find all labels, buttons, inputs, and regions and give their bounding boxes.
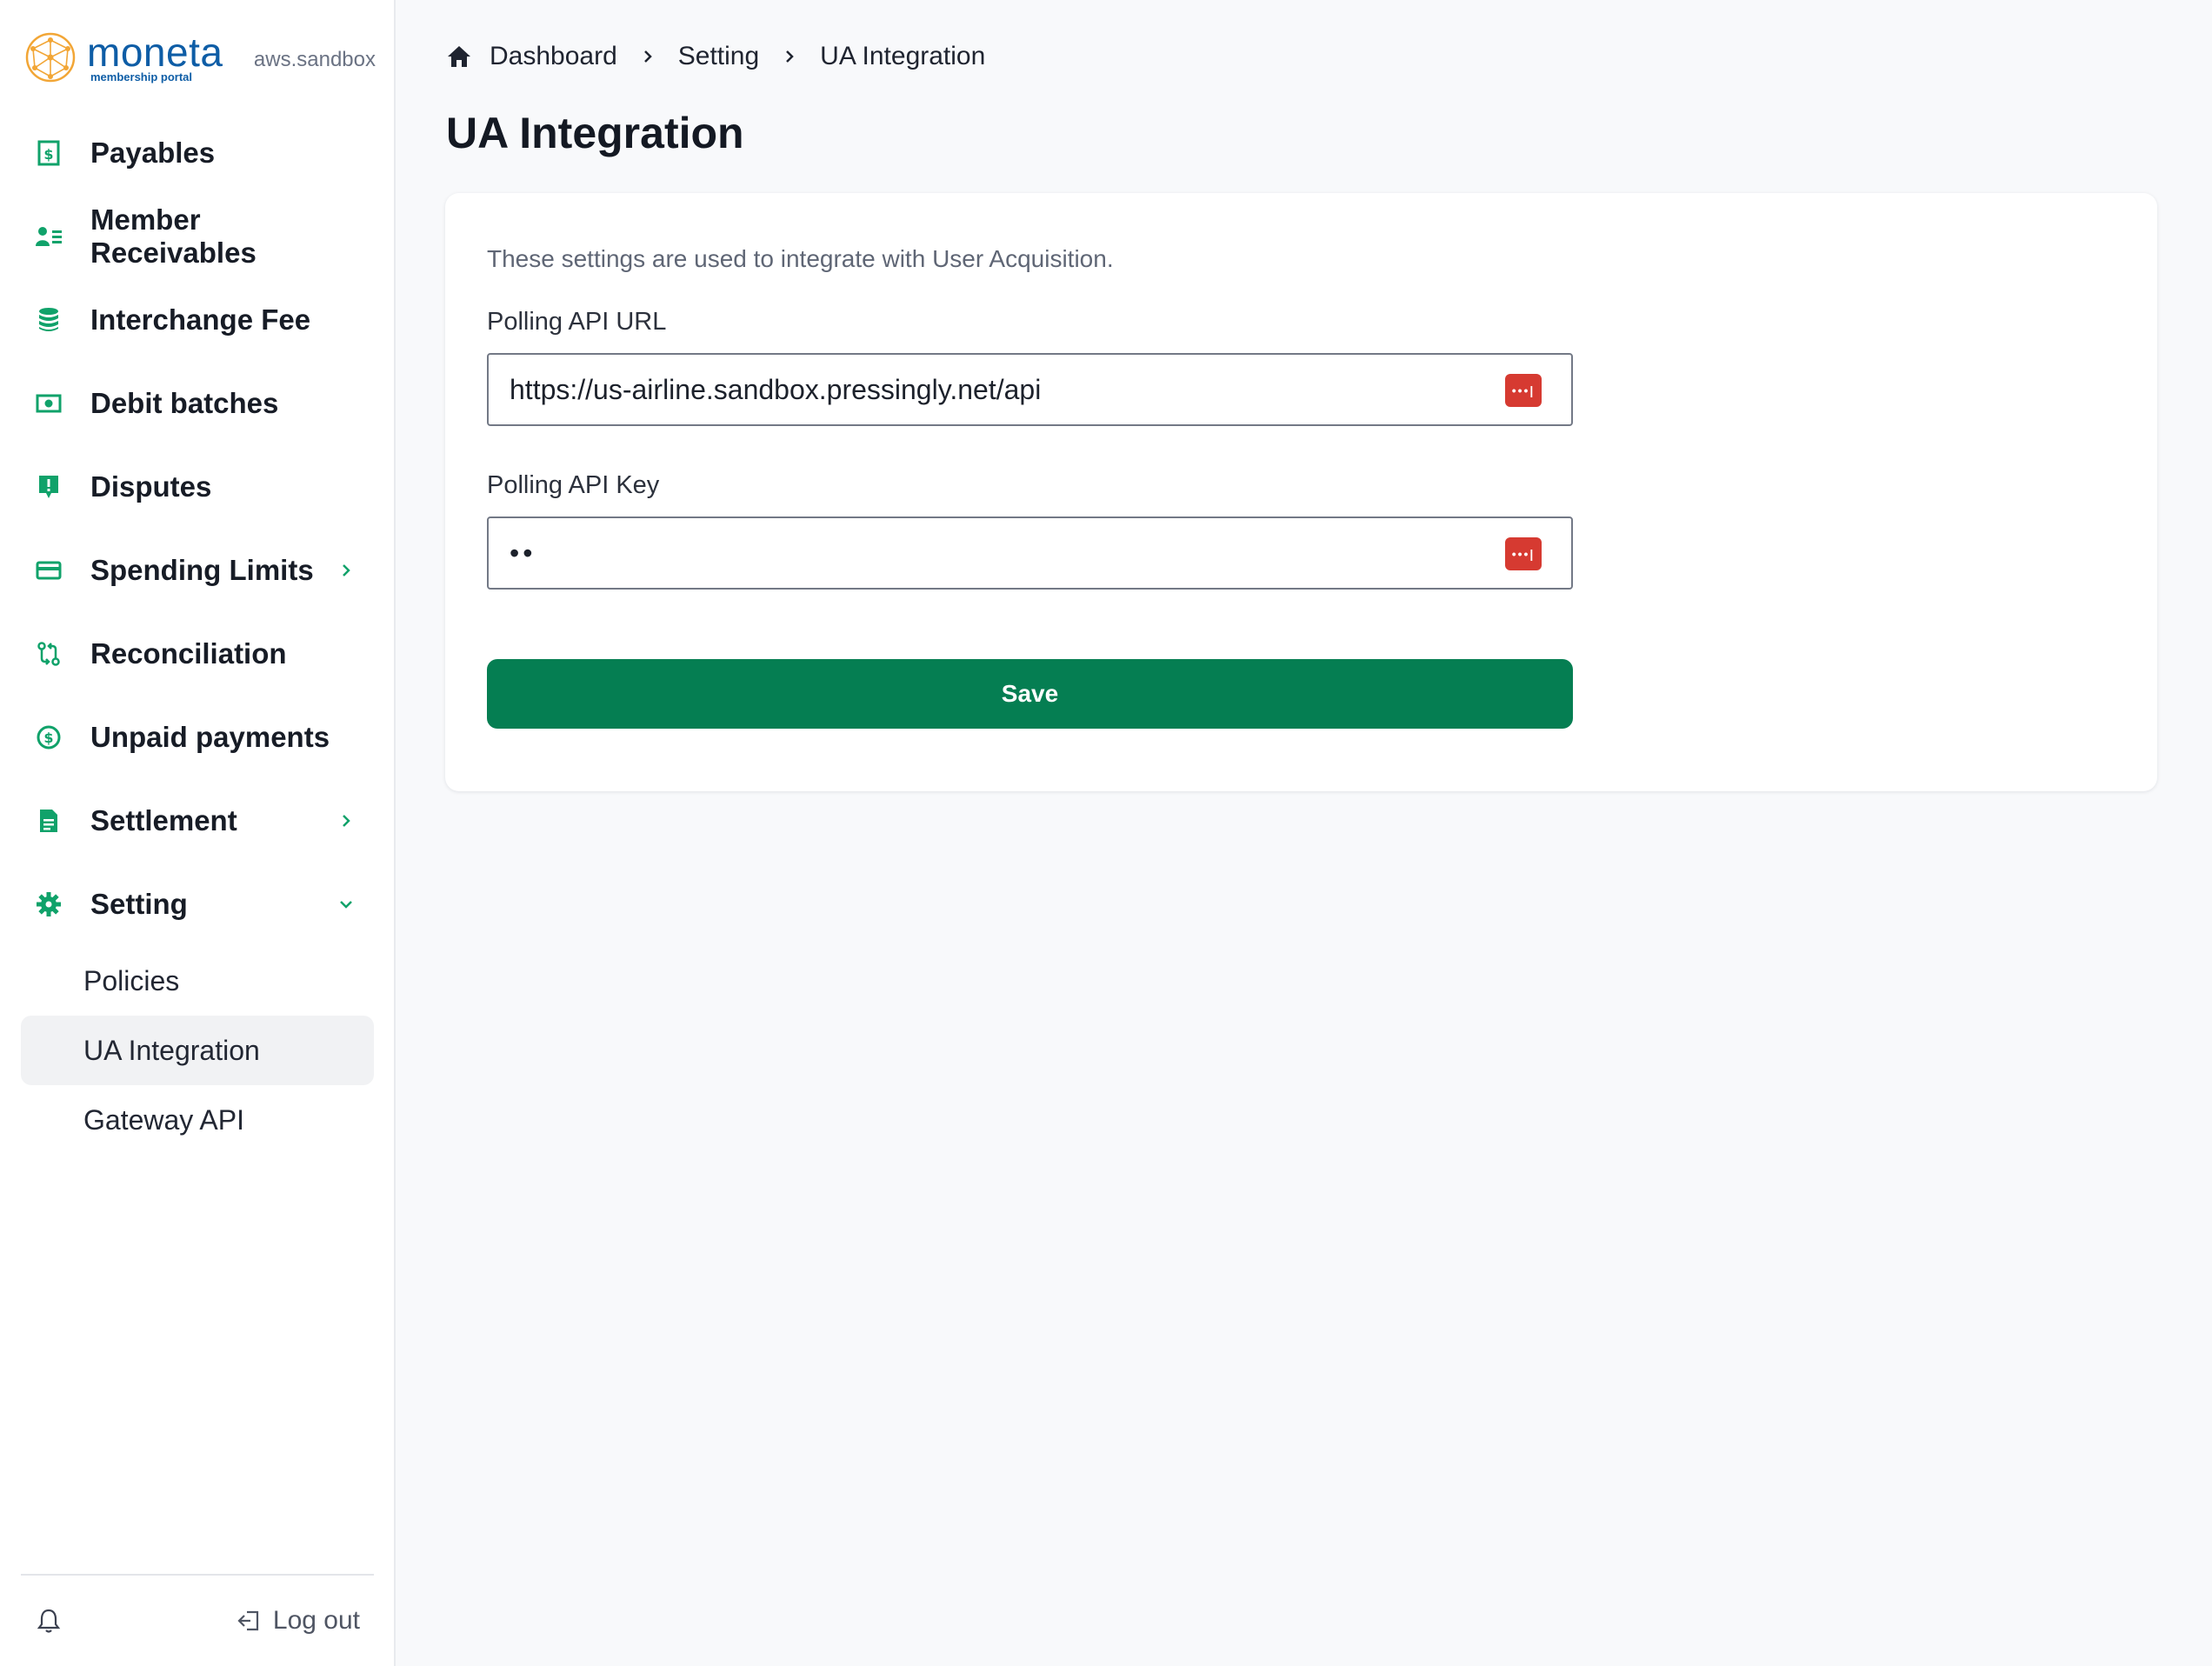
- svg-text:$: $: [43, 730, 53, 746]
- brand-name: moneta: [87, 29, 223, 75]
- credit-card-icon: [35, 556, 63, 584]
- sidebar-item-member-receivables[interactable]: Member Receivables: [21, 195, 374, 278]
- sidebar-nav: $ Payables Member Receivables Interchang…: [21, 111, 374, 1155]
- brand-header: moneta membership portal aws.sandbox: [24, 30, 376, 85]
- breadcrumb-dashboard[interactable]: Dashboard: [490, 42, 617, 71]
- page-title: UA Integration: [446, 109, 744, 157]
- chevron-right-icon: [786, 50, 794, 63]
- sidebar-item-unpaid-payments[interactable]: $ Unpaid payments: [21, 696, 374, 779]
- sidebar-item-debit-batches[interactable]: Debit batches: [21, 362, 374, 445]
- chevron-right-icon: [343, 564, 350, 576]
- sidebar: moneta membership portal aws.sandbox $ P…: [0, 0, 396, 1666]
- save-button[interactable]: Save: [487, 659, 1573, 729]
- sidebar-item-interchange-fee[interactable]: Interchange Fee: [21, 278, 374, 362]
- logout-label: Log out: [272, 1606, 360, 1635]
- git-compare-icon: [35, 640, 63, 668]
- chevron-right-icon: [343, 815, 350, 827]
- member-list-icon: [35, 223, 63, 250]
- alert-chat-icon: [35, 473, 63, 501]
- password-manager-icon[interactable]: •••|: [1505, 537, 1542, 570]
- main-content: Dashboard Setting UA Integration UA Inte…: [396, 0, 2212, 1666]
- database-stack-icon: [35, 306, 63, 334]
- sidebar-item-disputes[interactable]: Disputes: [21, 445, 374, 529]
- sidebar-item-label: Member Receivables: [90, 203, 257, 269]
- card-description: These settings are used to integrate wit…: [487, 245, 1114, 272]
- breadcrumb-current: UA Integration: [820, 42, 986, 70]
- chevron-down-icon: [340, 901, 352, 909]
- password-manager-icon[interactable]: •••|: [1505, 374, 1542, 407]
- sidebar-item-label: Payables: [90, 137, 216, 169]
- sidebar-subitem-gateway-api[interactable]: Gateway API: [21, 1085, 374, 1155]
- sidebar-item-label: Reconciliation: [90, 637, 287, 670]
- sidebar-item-label: Unpaid payments: [90, 721, 330, 753]
- moneta-logo-icon: [25, 32, 76, 83]
- home-icon[interactable]: [446, 43, 472, 70]
- polling-url-input[interactable]: https://us-airline.sandbox.pressingly.ne…: [487, 353, 1573, 426]
- logout-button[interactable]: Log out: [237, 1606, 360, 1636]
- chevron-right-icon: [643, 50, 652, 63]
- sidebar-item-label: Spending Limits: [90, 554, 314, 586]
- polling-key-label: Polling API Key: [487, 471, 660, 499]
- sidebar-footer: Log out: [21, 1574, 374, 1666]
- dollar-circle-icon: $: [35, 723, 63, 751]
- polling-url-label: Polling API URL: [487, 308, 667, 336]
- document-icon: [35, 807, 63, 835]
- svg-text:$: $: [43, 146, 53, 163]
- polling-key-masked-value: ••: [510, 536, 536, 569]
- logout-icon: [237, 1610, 259, 1631]
- sidebar-subitem-ua-integration[interactable]: UA Integration: [21, 1016, 374, 1085]
- brand-text: moneta membership portal: [87, 32, 223, 83]
- sidebar-item-setting[interactable]: Setting: [21, 863, 374, 946]
- environment-label: aws.sandbox: [253, 48, 376, 71]
- sidebar-subitem-policies[interactable]: Policies: [21, 946, 374, 1016]
- setting-subnav: Policies UA Integration Gateway API: [21, 946, 374, 1155]
- gear-icon: [35, 890, 63, 918]
- polling-key-input[interactable]: •• •••|: [487, 516, 1573, 590]
- polling-url-value: https://us-airline.sandbox.pressingly.ne…: [510, 373, 1042, 405]
- brand-subtitle: membership portal: [90, 70, 193, 83]
- breadcrumb-setting[interactable]: Setting: [678, 42, 759, 71]
- sidebar-item-label: Setting: [90, 888, 188, 920]
- sidebar-item-label: Disputes: [90, 470, 212, 503]
- ua-settings-card: These settings are used to integrate wit…: [445, 193, 2157, 791]
- payables-icon: $: [35, 139, 63, 167]
- sidebar-item-payables[interactable]: $ Payables: [21, 111, 374, 195]
- sidebar-item-label: Settlement: [90, 804, 237, 836]
- sidebar-item-settlement[interactable]: Settlement: [21, 779, 374, 863]
- sidebar-item-reconciliation[interactable]: Reconciliation: [21, 612, 374, 696]
- sidebar-item-spending-limits[interactable]: Spending Limits: [21, 529, 374, 612]
- sidebar-item-label: Interchange Fee: [90, 303, 311, 336]
- bell-icon[interactable]: [35, 1607, 63, 1635]
- cash-icon: [35, 390, 63, 417]
- app-root: moneta membership portal aws.sandbox $ P…: [0, 0, 2212, 1666]
- sidebar-item-label: Debit batches: [90, 387, 279, 419]
- breadcrumb: Dashboard Setting UA Integration: [446, 42, 985, 71]
